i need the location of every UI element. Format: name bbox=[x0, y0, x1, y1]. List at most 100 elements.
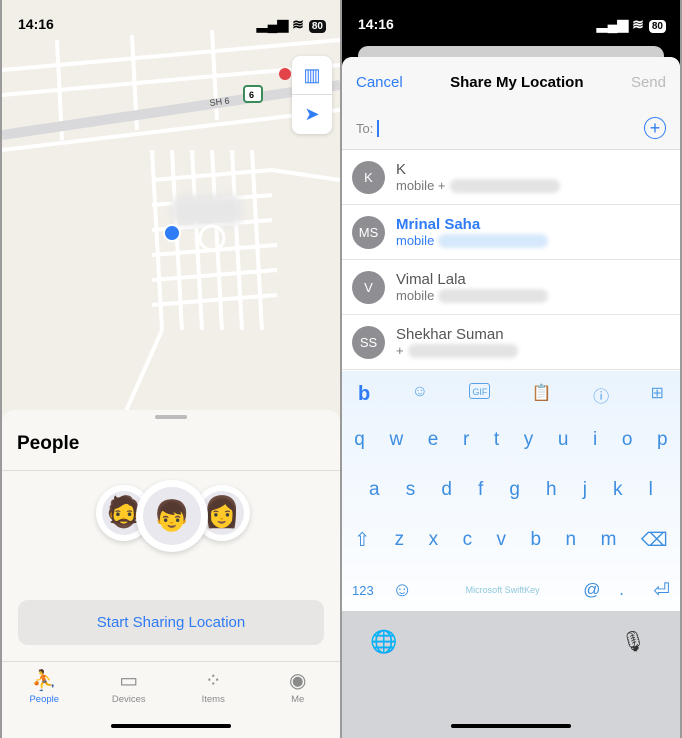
items-icon: ⁘ bbox=[204, 670, 222, 692]
emoji-icon[interactable]: ☺ bbox=[392, 579, 422, 602]
key-u[interactable]: u bbox=[558, 429, 569, 451]
key-f[interactable]: f bbox=[478, 479, 483, 501]
globe-icon[interactable]: 🌐 bbox=[370, 629, 397, 655]
tab-devices[interactable]: ▭ Devices bbox=[87, 662, 172, 721]
microphone-icon[interactable]: 🎙 bbox=[621, 629, 646, 654]
key-e[interactable]: e bbox=[428, 429, 439, 451]
find-my-app: SH 6 6 14:16 ▂▄▆ ≋ 80 ▥ ➤ People 🧔 👩 👦 Sta… bbox=[2, 0, 340, 738]
text-cursor bbox=[377, 119, 380, 137]
redacted-number bbox=[438, 288, 549, 303]
contact-detail: mobile bbox=[396, 233, 435, 248]
map-icon[interactable]: ▥ bbox=[292, 56, 332, 95]
people-sheet: People 🧔 👩 👦 Start Sharing Location ⛹ Peo… bbox=[2, 410, 340, 738]
return-icon[interactable]: ⏎ bbox=[653, 578, 670, 603]
avatar: V bbox=[352, 270, 385, 304]
key-y[interactable]: y bbox=[524, 429, 534, 451]
nav-header: Cancel Share My Location Send bbox=[342, 57, 680, 107]
tab-me[interactable]: ◉ Me bbox=[256, 662, 341, 721]
location-arrow-icon[interactable]: ➤ bbox=[292, 95, 332, 134]
key-g[interactable]: g bbox=[509, 479, 520, 501]
contact-name: K bbox=[396, 161, 407, 178]
battery: 80 bbox=[648, 19, 666, 33]
redacted-number bbox=[407, 343, 518, 358]
key-k[interactable]: k bbox=[613, 479, 623, 501]
key-s[interactable]: s bbox=[406, 479, 416, 501]
key-t[interactable]: t bbox=[494, 429, 499, 451]
emoji-icon[interactable]: ☺ bbox=[412, 383, 428, 415]
key-n[interactable]: n bbox=[566, 529, 577, 551]
avatar: MS bbox=[352, 215, 385, 249]
keyboard: b ☺ GIF 📋 ⓘ ⊞ qwertyuiop asdfghjkl ⇧ z x c v b n m ⌫ … bbox=[342, 371, 680, 611]
contact-name: Shekhar Suman bbox=[396, 326, 504, 343]
key-c[interactable]: c bbox=[463, 529, 473, 551]
apps-grid-icon[interactable]: ⊞ bbox=[651, 383, 664, 415]
add-contact-icon[interactable]: + bbox=[644, 117, 666, 139]
contact-row[interactable]: MS Mrinal Saha mobile bbox=[342, 205, 680, 260]
key-x[interactable]: x bbox=[429, 529, 439, 551]
gif-icon[interactable]: GIF bbox=[469, 383, 491, 399]
contact-row[interactable]: SS Shekhar Suman + bbox=[342, 315, 680, 370]
key-m[interactable]: m bbox=[601, 529, 617, 551]
avatar: SS bbox=[352, 325, 385, 359]
key-h[interactable]: h bbox=[546, 479, 557, 501]
bing-icon[interactable]: b bbox=[358, 383, 370, 415]
key-v[interactable]: v bbox=[497, 529, 507, 551]
backspace-icon[interactable]: ⌫ bbox=[641, 529, 668, 552]
at-key[interactable]: @ bbox=[583, 580, 619, 600]
send-button[interactable]: Send bbox=[631, 74, 666, 91]
tab-bar: ⛹ People ▭ Devices ⁘ Items ◉ Me bbox=[2, 661, 340, 721]
key-i[interactable]: i bbox=[593, 429, 597, 451]
map-view[interactable]: SH 6 6 bbox=[2, 0, 340, 421]
share-location-sheet: 14:16 ▂▄▆ ≋ 80 Cancel Share My Location Se… bbox=[342, 0, 680, 738]
key-r[interactable]: r bbox=[463, 429, 469, 451]
tab-items[interactable]: ⁘ Items bbox=[171, 662, 256, 721]
contact-detail: mobile bbox=[396, 288, 435, 303]
key-q[interactable]: q bbox=[354, 429, 365, 451]
avatar: K bbox=[352, 160, 385, 194]
numbers-key[interactable]: 123 bbox=[352, 583, 392, 598]
sheet-title: People bbox=[2, 419, 340, 471]
avatar: 👦 bbox=[143, 487, 201, 545]
battery: 80 bbox=[308, 19, 326, 33]
contact-row[interactable]: V Vimal Lala mobile bbox=[342, 260, 680, 315]
key-p[interactable]: p bbox=[657, 429, 668, 451]
home-indicator bbox=[111, 724, 231, 728]
contact-detail: mobile + bbox=[396, 178, 446, 193]
key-l[interactable]: l bbox=[649, 479, 653, 501]
map-streets: SH 6 6 bbox=[2, 29, 340, 421]
key-w[interactable]: w bbox=[389, 429, 403, 451]
map-controls: ▥ ➤ bbox=[292, 56, 332, 134]
clipboard-icon[interactable]: 📋 bbox=[532, 383, 552, 415]
page-title: Share My Location bbox=[450, 73, 584, 91]
status-bar: 14:16 ▂▄▆ ≋ 80 bbox=[2, 0, 340, 48]
to-field[interactable]: To: + bbox=[342, 107, 680, 150]
cancel-button[interactable]: Cancel bbox=[356, 74, 403, 91]
key-o[interactable]: o bbox=[622, 429, 633, 451]
home-indicator bbox=[451, 724, 571, 728]
person-circle-icon: ◉ bbox=[289, 670, 307, 692]
redacted-number bbox=[438, 233, 549, 248]
key-j[interactable]: j bbox=[583, 479, 587, 501]
key-d[interactable]: d bbox=[441, 479, 452, 501]
people-icon: ⛹ bbox=[31, 670, 57, 692]
key-z[interactable]: z bbox=[395, 529, 405, 551]
contact-name: Mrinal Saha bbox=[396, 216, 481, 233]
keyboard-toolbar: b ☺ GIF 📋 ⓘ ⊞ bbox=[342, 371, 680, 415]
key-a[interactable]: a bbox=[369, 479, 380, 501]
tab-people[interactable]: ⛹ People bbox=[2, 662, 87, 721]
memoji-group: 🧔 👩 👦 bbox=[94, 480, 254, 560]
highway-shield: 6 bbox=[249, 90, 254, 100]
key-b[interactable]: b bbox=[531, 529, 542, 551]
status-bar: 14:16 ▂▄▆ ≋ 80 bbox=[342, 0, 680, 48]
punctuation-key[interactable]: . bbox=[619, 580, 653, 600]
user-location-dot bbox=[163, 224, 181, 242]
redacted-number bbox=[449, 178, 560, 193]
devices-icon: ▭ bbox=[119, 670, 139, 692]
start-sharing-location-button[interactable]: Start Sharing Location bbox=[18, 600, 324, 645]
contact-detail: + bbox=[396, 343, 404, 358]
space-bar[interactable]: Microsoft SwiftKey bbox=[422, 585, 583, 595]
shift-icon[interactable]: ⇧ bbox=[354, 529, 370, 552]
contact-row[interactable]: K Kmobile + bbox=[342, 150, 680, 205]
contact-name: Vimal Lala bbox=[396, 271, 466, 288]
info-icon[interactable]: ⓘ bbox=[593, 383, 609, 415]
